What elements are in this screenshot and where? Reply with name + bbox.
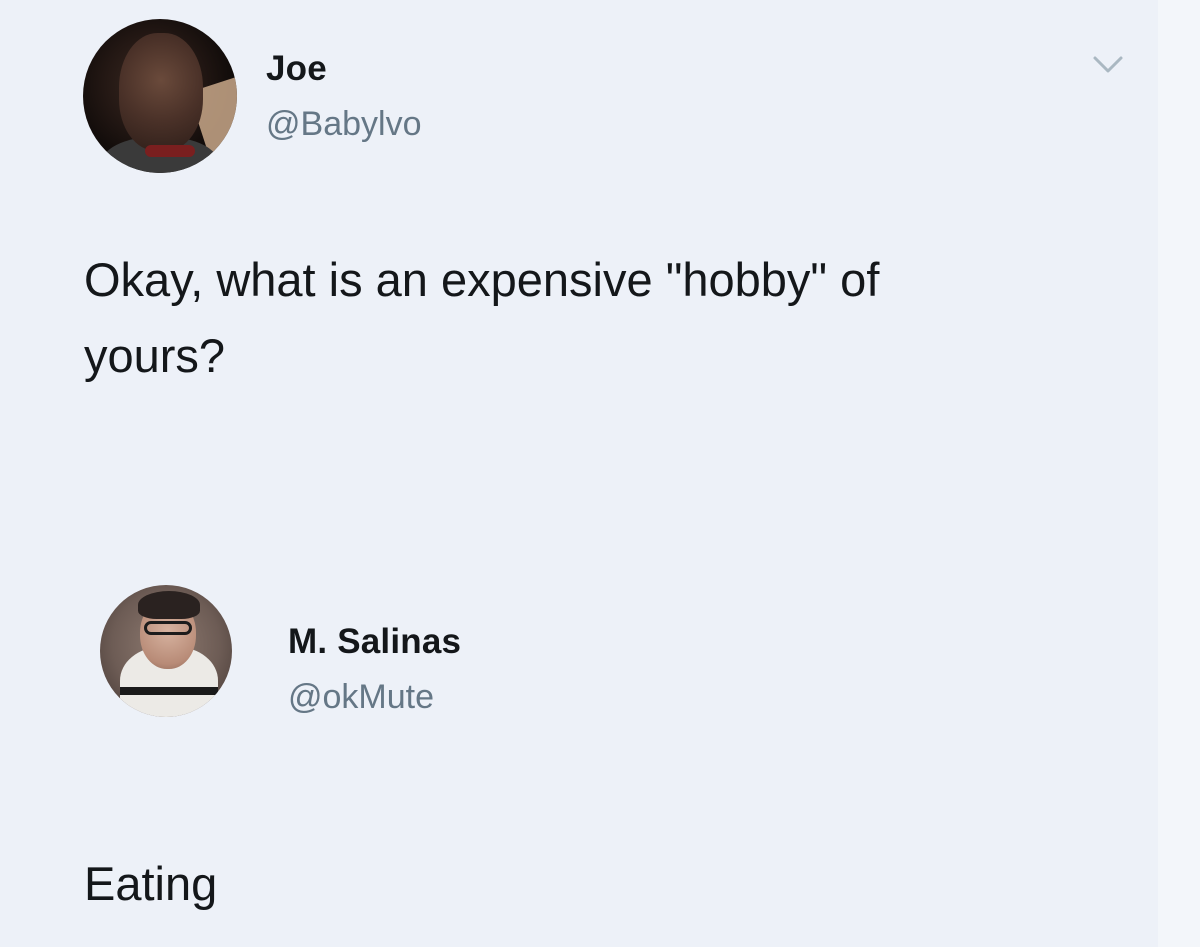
user-handle[interactable]: @Babylvo [266,105,421,144]
tweet-m-salinas[interactable]: M. Salinas @okMute Eating [0,570,1158,947]
display-name[interactable]: M. Salinas [288,622,461,662]
display-name[interactable]: Joe [266,49,327,89]
chevron-down-svg [1093,56,1123,73]
tweet-text: Eating [84,857,218,910]
user-handle[interactable]: @okMute [288,678,434,717]
tweet-text: Okay, what is an expensive "hobby" of yo… [84,253,880,382]
page-margin [1158,0,1200,947]
avatar-collar [145,145,195,157]
avatar-stripe [120,687,218,695]
avatar-hair [138,591,200,619]
avatar-m-salinas[interactable] [100,585,232,717]
screenshot-page: Joe @Babylvo Okay, what is an expensive … [0,0,1200,947]
chevron-down-icon[interactable] [1090,52,1126,78]
tweet-joe[interactable]: Joe @Babylvo Okay, what is an expensive … [0,0,1158,470]
avatar-joe[interactable] [83,19,237,173]
avatar-face [119,33,203,151]
avatar-glasses [144,621,192,635]
